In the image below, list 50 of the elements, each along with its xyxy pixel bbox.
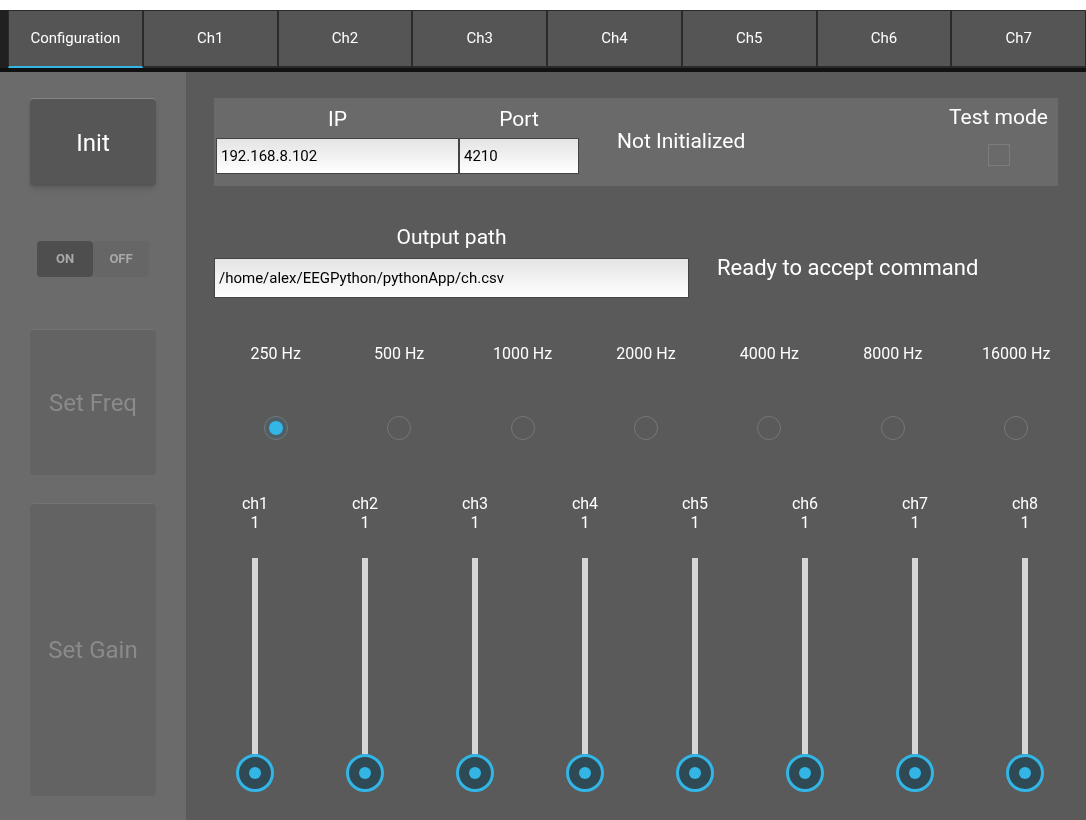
channel-value: 1 bbox=[360, 513, 370, 532]
command-status: Ready to accept command bbox=[717, 254, 979, 282]
channel-value: 1 bbox=[1020, 513, 1030, 532]
frequency-label: 2000 Hz bbox=[616, 343, 676, 365]
frequency-label: 500 Hz bbox=[374, 343, 425, 365]
frequency-label: 16000 Hz bbox=[982, 343, 1051, 365]
channel-value: 1 bbox=[580, 513, 590, 532]
channel-name: ch1 bbox=[241, 494, 269, 513]
output-path-field[interactable]: /home/alex/EEGPython/pythonApp/ch.csv bbox=[214, 258, 689, 298]
test-mode-label: Test mode bbox=[949, 104, 1048, 131]
frequency-radio[interactable] bbox=[263, 416, 288, 440]
port-label: Port bbox=[498, 106, 540, 133]
tab[interactable]: Ch3 bbox=[412, 10, 547, 68]
channel-name: ch7 bbox=[901, 494, 929, 513]
slider-thumb[interactable] bbox=[236, 754, 274, 792]
ip-label: IP bbox=[327, 106, 348, 133]
slider-thumb[interactable] bbox=[566, 754, 604, 792]
slider-thumb[interactable] bbox=[1006, 754, 1044, 792]
channel-name: ch5 bbox=[681, 494, 709, 513]
tab[interactable]: Ch1 bbox=[142, 10, 278, 68]
frequency-label: 1000 Hz bbox=[492, 343, 553, 365]
frequency-label: 250 Hz bbox=[250, 343, 301, 365]
slider-thumb[interactable] bbox=[896, 754, 934, 792]
frequency-label: 8000 Hz bbox=[863, 343, 923, 365]
tab[interactable]: Ch5 bbox=[681, 10, 817, 68]
channel-value: 1 bbox=[690, 513, 700, 532]
frequency-label: 4000 Hz bbox=[739, 343, 800, 365]
channel-name: ch4 bbox=[571, 494, 599, 513]
side-button[interactable]: Init bbox=[30, 98, 156, 186]
slider-thumb[interactable] bbox=[456, 754, 494, 792]
connection-status: Not Initialized bbox=[617, 128, 746, 156]
slider-thumb[interactable] bbox=[676, 754, 714, 792]
port-field[interactable]: 4210 bbox=[459, 138, 579, 174]
output-path-label: Output path bbox=[395, 224, 508, 251]
tab[interactable]: Ch7 bbox=[951, 10, 1086, 68]
tab[interactable]: Ch6 bbox=[816, 10, 952, 68]
channel-name: ch3 bbox=[461, 494, 489, 513]
channel-value: 1 bbox=[250, 513, 260, 532]
tab[interactable]: Ch4 bbox=[547, 10, 682, 68]
tab[interactable]: Ch2 bbox=[277, 10, 413, 68]
channel-name: ch8 bbox=[1011, 494, 1039, 513]
channel-value: 1 bbox=[470, 513, 480, 532]
channel-name: ch2 bbox=[351, 494, 379, 513]
tab[interactable]: Configuration bbox=[8, 10, 143, 68]
slider-thumb[interactable] bbox=[786, 754, 824, 792]
channel-value: 1 bbox=[910, 513, 920, 532]
channel-value: 1 bbox=[800, 513, 810, 532]
ip-field[interactable]: 192.168.8.102 bbox=[216, 138, 459, 174]
channel-name: ch6 bbox=[791, 494, 819, 513]
slider-thumb[interactable] bbox=[346, 754, 384, 792]
